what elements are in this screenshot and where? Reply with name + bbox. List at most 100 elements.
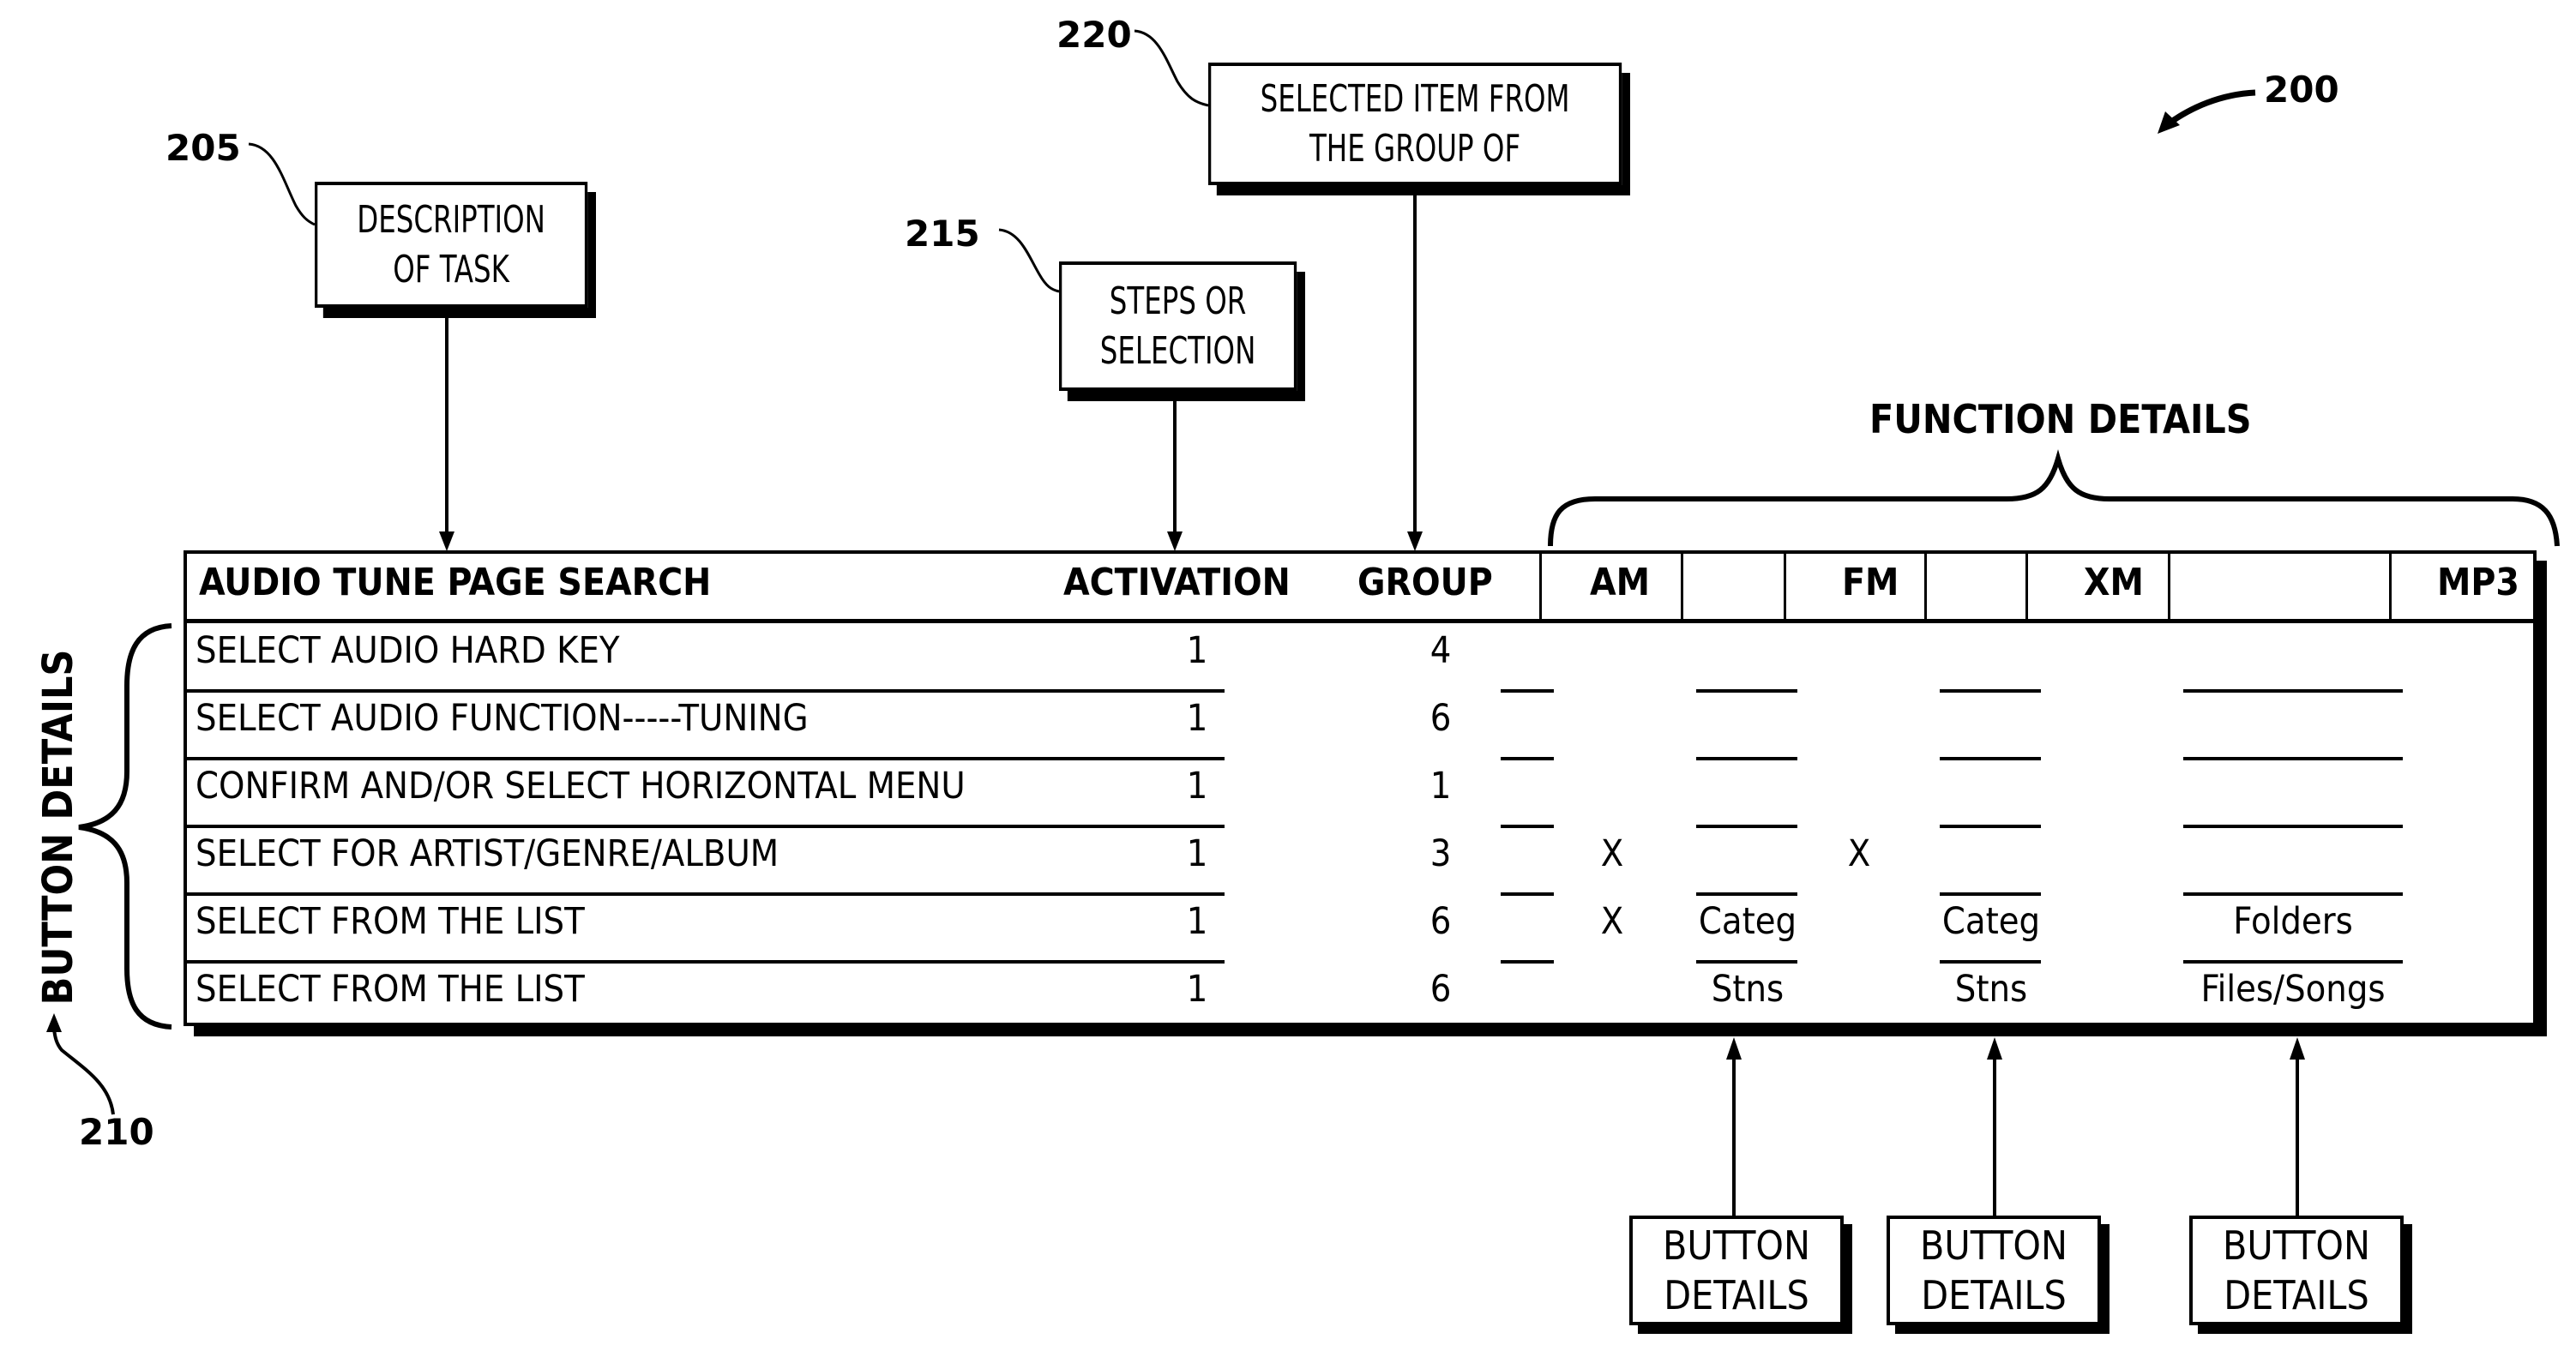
header-divider [1784, 554, 1786, 621]
row-separator-line [1696, 757, 1797, 760]
row-group-value: 4 [1429, 629, 1452, 672]
row-group-value: 3 [1429, 832, 1452, 875]
row-separator-line [1940, 892, 2041, 896]
row-separator-line [187, 825, 1225, 828]
button-details-brace [78, 623, 172, 1030]
row-separator-line [2183, 757, 2403, 760]
button-details-box-mp3: BUTTON DETAILS [2189, 1216, 2404, 1325]
box-line: DETAILS [1664, 1272, 1809, 1318]
row-group-value: 6 [1429, 697, 1452, 740]
row-activation-value: 1 [1186, 832, 1208, 875]
audio-tune-table: AUDIO TUNE PAGE SEARCH ACTIVATION GROUP … [184, 550, 2537, 1026]
box-line: BUTTON [1920, 1222, 2067, 1269]
row-activation-value: 1 [1186, 765, 1208, 808]
header-fm: FM [1842, 561, 1899, 604]
row-group-value: 6 [1429, 968, 1452, 1011]
row-mp3-detail: Folders [2233, 900, 2353, 943]
row-task-description: SELECT FROM THE LIST [196, 900, 585, 943]
row-activation-value: 1 [1186, 697, 1208, 740]
row-group-value: 6 [1429, 900, 1452, 943]
row-fm-mark: X [1847, 832, 1871, 875]
arrowhead-button-details-1 [1726, 1037, 1742, 1060]
row-am-mark: X [1600, 900, 1624, 943]
row-separator-line [2183, 960, 2403, 964]
row-task-description: SELECT AUDIO HARD KEY [196, 629, 620, 672]
row-activation-value: 1 [1186, 900, 1208, 943]
button-details-box-fm: BUTTON DETAILS [1887, 1216, 2101, 1325]
row-separator-line [187, 960, 1225, 964]
ref-label-210: 210 [79, 1111, 154, 1153]
row-separator-line [187, 689, 1225, 693]
button-details-side-label: BUTTON DETAILS [34, 649, 82, 1006]
ref-label-220: 220 [1056, 14, 1132, 56]
row-am-mark: X [1600, 832, 1624, 875]
arrowhead-button-details-3 [2290, 1037, 2305, 1060]
header-xm: XM [2084, 561, 2144, 604]
arrowhead-steps [1167, 531, 1183, 551]
row-separator-line [2183, 689, 2403, 693]
row-separator-line [1501, 960, 1554, 964]
row-separator-line [2183, 825, 2403, 828]
row-am-detail: Categ [1698, 900, 1797, 943]
button-details-box-am: BUTTON DETAILS [1629, 1216, 1844, 1325]
figure-arrow-200 [2165, 89, 2256, 127]
row-separator-line [2183, 892, 2403, 896]
header-bottom-border [187, 619, 2537, 623]
header-mp3: MP3 [2437, 561, 2519, 604]
row-task-description: CONFIRM AND/OR SELECT HORIZONTAL MENU [196, 765, 966, 808]
ref-label-215: 215 [905, 213, 980, 255]
box-line: DETAILS [2224, 1272, 2369, 1318]
row-separator-line [1940, 960, 2041, 964]
ref-label-205: 205 [166, 127, 241, 169]
header-task: AUDIO TUNE PAGE SEARCH [199, 561, 712, 604]
header-divider [1539, 554, 1542, 621]
box-line: DETAILS [1921, 1272, 2067, 1318]
row-task-description: SELECT FOR ARTIST/GENRE/ALBUM [196, 832, 779, 875]
row-separator-line [1940, 825, 2041, 828]
function-details-label: FUNCTION DETAILS [1869, 396, 2252, 442]
row-mp3-detail: Files/Songs [2200, 968, 2386, 1011]
callout-description-of-task: DESCRIPTION OF TASK [315, 182, 588, 308]
arrowhead-description [439, 531, 454, 551]
row-separator-line [1501, 825, 1554, 828]
callout-line: DESCRIPTION [357, 197, 545, 242]
ref-label-200: 200 [2264, 69, 2339, 111]
row-activation-value: 1 [1186, 629, 1208, 672]
figure-arrowhead-200 [2158, 111, 2180, 134]
row-separator-line [1940, 689, 2041, 693]
callout-line: THE GROUP OF [1309, 126, 1521, 171]
function-details-brace [1548, 449, 2560, 547]
arrowhead-selected-item [1407, 531, 1423, 551]
row-separator-line [187, 892, 1225, 896]
callout-line: STEPS OR [1109, 279, 1247, 323]
arrowhead-210 [46, 1013, 62, 1032]
leader-line-220 [1134, 29, 1209, 107]
row-activation-value: 1 [1186, 968, 1208, 1011]
callout-selected-item: SELECTED ITEM FROM THE GROUP OF [1208, 63, 1622, 185]
row-separator-line [1501, 689, 1554, 693]
callout-line: SELECTED ITEM FROM [1260, 76, 1570, 121]
row-separator-line [1501, 892, 1554, 896]
header-divider [1924, 554, 1927, 621]
arrowhead-button-details-2 [1987, 1037, 2002, 1060]
row-separator-line [1696, 960, 1797, 964]
header-divider [2389, 554, 2392, 621]
row-separator-line [1501, 757, 1554, 760]
row-separator-line [187, 757, 1225, 760]
box-line: BUTTON [1663, 1222, 1810, 1269]
box-line: BUTTON [2223, 1222, 2370, 1269]
header-group: GROUP [1357, 561, 1493, 604]
row-task-description: SELECT AUDIO FUNCTION-----TUNING [196, 697, 809, 740]
header-divider [2168, 554, 2170, 621]
header-divider [1681, 554, 1683, 621]
leader-line-205 [248, 142, 316, 226]
row-am-detail: Stns [1711, 968, 1785, 1011]
row-separator-line [1696, 825, 1797, 828]
header-am: AM [1590, 561, 1651, 604]
row-task-description: SELECT FROM THE LIST [196, 968, 585, 1011]
leader-line-215 [998, 228, 1060, 293]
header-activation: ACTIVATION [1063, 561, 1291, 604]
header-divider [2025, 554, 2028, 621]
callout-steps-or-selection: STEPS OR SELECTION [1059, 261, 1297, 391]
row-separator-line [1696, 892, 1797, 896]
